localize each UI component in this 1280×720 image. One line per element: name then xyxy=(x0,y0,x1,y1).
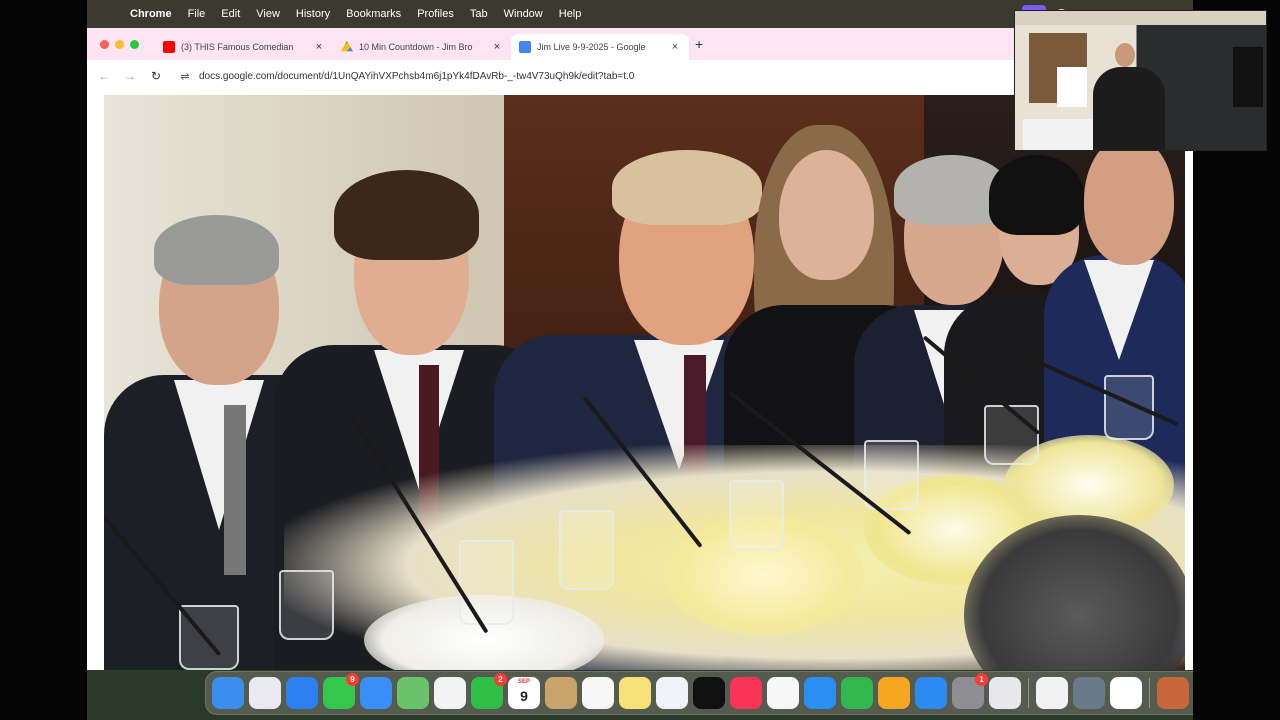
back-arrow-icon[interactable]: ← xyxy=(91,69,117,83)
webcam-sign xyxy=(1057,67,1087,107)
water-glass xyxy=(279,570,334,640)
tab-countdown[interactable]: 10 Min Countdown - Jim Bro × xyxy=(333,34,511,60)
apple-logo-icon[interactable] xyxy=(100,7,114,21)
close-tab-icon[interactable]: × xyxy=(313,41,325,53)
calendar-icon[interactable]: SEP 9 xyxy=(508,677,540,709)
menu-view[interactable]: View xyxy=(256,8,280,20)
close-tab-icon[interactable]: × xyxy=(491,41,503,53)
messages-icon[interactable]: 9 xyxy=(323,673,359,709)
tab-title: Jim Live 9-9-2025 - Google xyxy=(537,42,646,52)
video-frame: Chrome File Edit View History Bookmarks … xyxy=(0,0,1280,720)
apple-tv-icon[interactable] xyxy=(693,677,725,709)
water-glass xyxy=(729,480,784,550)
pages-icon[interactable] xyxy=(878,677,910,709)
zoom-window-button[interactable] xyxy=(130,39,139,49)
webcam-table xyxy=(1023,119,1093,150)
piano-app-icon[interactable] xyxy=(1036,677,1068,709)
notification-badge: 9 xyxy=(346,673,359,686)
launchpad-icon[interactable] xyxy=(249,677,281,709)
downloads-icon[interactable] xyxy=(1157,677,1189,709)
tab-youtube[interactable]: (3) THIS Famous Comedian × xyxy=(155,34,333,60)
window-controls xyxy=(100,39,139,49)
menu-app-chrome[interactable]: Chrome xyxy=(130,8,172,20)
reminders-icon[interactable] xyxy=(582,677,614,709)
menu-bookmarks[interactable]: Bookmarks xyxy=(346,8,401,20)
dock-separator xyxy=(1028,678,1029,708)
water-glass xyxy=(984,405,1039,465)
google-drive-icon xyxy=(341,41,353,52)
calendar-month: SEP xyxy=(517,679,530,685)
notification-badge: 1 xyxy=(975,673,988,686)
minimize-window-button[interactable] xyxy=(115,39,124,49)
maps-icon[interactable] xyxy=(397,677,429,709)
reload-icon[interactable]: ↻ xyxy=(143,69,169,83)
close-window-button[interactable] xyxy=(100,39,109,49)
water-glass xyxy=(864,440,919,510)
facetime-icon[interactable]: 2 xyxy=(471,673,507,709)
keynote-icon[interactable] xyxy=(804,677,836,709)
contacts-icon[interactable] xyxy=(545,677,577,709)
tab-title: (3) THIS Famous Comedian xyxy=(181,42,294,52)
close-tab-icon[interactable]: × xyxy=(669,41,681,53)
calendar-day: 9 xyxy=(520,688,528,704)
music-icon[interactable] xyxy=(730,677,762,709)
dock: 9 2 SEP 9 1 xyxy=(205,671,1193,715)
water-glass xyxy=(559,510,614,590)
site-settings-icon[interactable]: ⇌ xyxy=(177,70,193,83)
tab-title: 10 Min Countdown - Jim Bro xyxy=(359,42,473,52)
webcam-ceiling xyxy=(1015,11,1266,25)
forward-arrow-icon[interactable]: → xyxy=(117,69,143,83)
photos-icon[interactable] xyxy=(434,677,466,709)
webcam-tv xyxy=(1233,47,1263,107)
numbers-icon[interactable] xyxy=(841,677,873,709)
finder-icon[interactable] xyxy=(212,677,244,709)
chrome-icon[interactable] xyxy=(1110,677,1142,709)
event-photo xyxy=(104,95,1185,670)
webcam-presenter-head xyxy=(1115,43,1135,67)
menu-edit[interactable]: Edit xyxy=(221,8,240,20)
menu-profiles[interactable]: Profiles xyxy=(417,8,454,20)
mail-icon[interactable] xyxy=(360,677,392,709)
menu-help[interactable]: Help xyxy=(559,8,582,20)
system-settings-icon[interactable]: 1 xyxy=(952,673,988,709)
news-icon[interactable] xyxy=(767,677,799,709)
menu-history[interactable]: History xyxy=(296,8,330,20)
iphone-mirroring-icon[interactable] xyxy=(989,677,1021,709)
new-tab-button[interactable]: + xyxy=(695,36,703,52)
webcam-presenter xyxy=(1093,67,1165,150)
webcam-overlay xyxy=(1014,10,1267,151)
menu-file[interactable]: File xyxy=(188,8,206,20)
notification-badge: 2 xyxy=(494,673,507,686)
app-store-icon[interactable] xyxy=(915,677,947,709)
tab-jim-live[interactable]: Jim Live 9-9-2025 - Google × xyxy=(511,34,689,60)
freeform-icon[interactable] xyxy=(656,677,688,709)
google-docs-icon xyxy=(519,41,531,53)
menu-tab[interactable]: Tab xyxy=(470,8,488,20)
quicktime-icon[interactable] xyxy=(1073,677,1105,709)
notes-icon[interactable] xyxy=(619,677,651,709)
youtube-icon xyxy=(163,41,175,53)
menu-window[interactable]: Window xyxy=(504,8,543,20)
page-content xyxy=(87,92,1193,670)
safari-icon[interactable] xyxy=(286,677,318,709)
water-glass xyxy=(459,540,514,625)
dock-separator xyxy=(1149,678,1150,708)
